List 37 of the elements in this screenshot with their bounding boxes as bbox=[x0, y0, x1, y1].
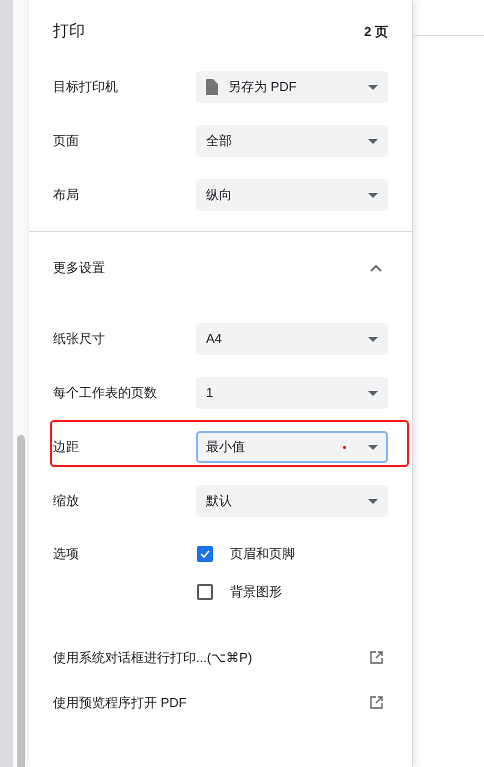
dropdown-caret-icon bbox=[368, 138, 378, 144]
dropdown-select[interactable]: 1 bbox=[196, 377, 388, 409]
dropdown-select[interactable]: 默认 bbox=[196, 485, 388, 517]
setting-label: 缩放 bbox=[53, 492, 79, 510]
open-external-icon bbox=[370, 696, 383, 709]
scrollbar-thumb[interactable] bbox=[17, 435, 25, 767]
more-settings-toggle[interactable]: 更多设置 bbox=[29, 232, 412, 304]
open-external-icon bbox=[370, 651, 383, 664]
setting-label: 边距 bbox=[53, 438, 79, 456]
page-count: 2 页 bbox=[364, 23, 388, 42]
checkbox[interactable] bbox=[197, 546, 213, 562]
dropdown-select[interactable]: 纵向 bbox=[196, 179, 388, 211]
check-icon bbox=[200, 550, 210, 558]
checkbox-label: 页眉和页脚 bbox=[230, 545, 295, 564]
dropdown-caret-icon bbox=[368, 84, 378, 90]
dropdown-select[interactable]: A4 bbox=[196, 323, 388, 355]
dropdown-caret-icon bbox=[368, 444, 378, 450]
external-link-row[interactable]: 使用系统对话框进行打印...(⌥⌘P) bbox=[29, 635, 412, 680]
dropdown-caret-icon bbox=[368, 192, 378, 198]
dropdown-caret-icon bbox=[368, 390, 378, 396]
dropdown-select[interactable]: 最小值 bbox=[196, 431, 388, 463]
dropdown-caret-icon bbox=[368, 498, 378, 504]
dropdown-caret-icon bbox=[368, 336, 378, 342]
chevron-up-icon bbox=[370, 264, 382, 272]
setting-label: 纸张尺寸 bbox=[53, 330, 105, 348]
checkbox[interactable] bbox=[197, 584, 213, 600]
setting-label: 每个工作表的页数 bbox=[53, 384, 157, 402]
file-icon bbox=[206, 79, 218, 95]
setting-label: 布局 bbox=[53, 186, 79, 204]
options-label: 选项 bbox=[53, 545, 80, 564]
dialog-title: 打印 bbox=[53, 22, 85, 42]
setting-label: 页面 bbox=[53, 132, 79, 150]
dropdown-select[interactable]: 另存为 PDF bbox=[196, 71, 388, 103]
checkbox-label: 背景图形 bbox=[230, 583, 282, 602]
setting-label: 目标打印机 bbox=[53, 78, 118, 96]
dropdown-select[interactable]: 全部 bbox=[196, 125, 388, 157]
external-link-row[interactable]: 使用预览程序打开 PDF bbox=[29, 680, 412, 725]
